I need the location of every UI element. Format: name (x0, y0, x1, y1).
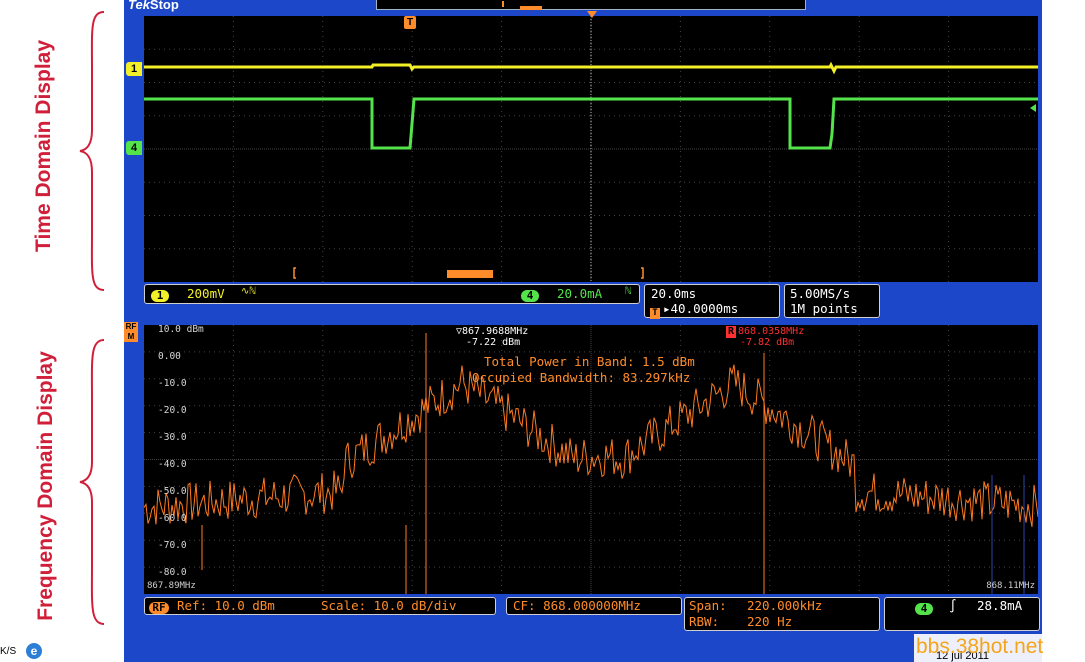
span-value: 220.000kHz (747, 598, 823, 613)
rbw-value: 220 Hz (747, 614, 793, 629)
ch4-offscreen-arrow (1030, 104, 1036, 112)
center-frequency-box[interactable]: CF: 868.000000MHz (506, 597, 682, 615)
trigger-position-marker: T (404, 16, 416, 29)
y-tick-label: -10.0 (158, 378, 187, 389)
oscilloscope-screen: TekStop T 1 4 1 200mV ∿ℕ 4 20.0mA ℕ 20.0… (124, 0, 1042, 662)
marker1-frequency: ▽867.9688MHz (456, 326, 529, 337)
time-domain-label: Time Domain Display (32, 39, 55, 252)
gate-right-bracket (641, 267, 644, 279)
marker1-level: -7.22 dBm (466, 337, 521, 348)
trigger-level: 28.8mA (977, 598, 1023, 613)
x-axis-end: 868.11MHz (986, 581, 1035, 591)
trigger-readout-box[interactable]: 4 ∫ 28.8mA (884, 597, 1040, 631)
horizontal-position: ▸40.0000ms (663, 301, 739, 316)
frequency-domain-label: Frequency Domain Display (34, 351, 57, 621)
browser-icon[interactable]: e (26, 643, 42, 659)
reference-level: Ref: 10.0 dBm (177, 598, 275, 613)
trigger-slope-icon: ∫ (949, 598, 957, 613)
ch1-badge: 1 (151, 289, 169, 302)
sample-rate: 5.00MS/s (790, 286, 851, 301)
gate-indicator (447, 270, 493, 278)
record-trigger-tick (502, 1, 504, 7)
rf-badge: RF (149, 601, 169, 614)
ch1-scale: 200mV (187, 286, 225, 301)
marker2-frequency: 868.0358MHz (738, 326, 805, 337)
acquisition-state: TekStop (128, 0, 179, 12)
acquisition-readout-box[interactable]: 5.00MS/s 1M points (784, 284, 880, 318)
occupied-bandwidth-readout: Occupied Bandwidth: 83.297kHz (472, 370, 691, 385)
rbw-label: RBW: (689, 614, 720, 629)
channel-readout-box[interactable]: 1 200mV ∿ℕ 4 20.0mA ℕ (144, 284, 640, 304)
frequency-domain-brace (79, 339, 105, 625)
span-label: Span: (689, 598, 727, 613)
horizontal-readout-box[interactable]: 20.0ms T ▸40.0000ms (644, 284, 780, 319)
record-view-bar (376, 0, 806, 10)
y-tick-label: -70.0 (158, 540, 187, 551)
ch4-badge: 4 (521, 289, 539, 302)
ch4-coupling-icon: ℕ (625, 286, 632, 297)
record-view-window (520, 6, 542, 10)
ch4-ground-marker[interactable]: 4 (126, 141, 142, 155)
trigger-icon: T (650, 308, 660, 319)
span-rbw-box[interactable]: Span: 220.000kHz RBW: 220 Hz (684, 597, 880, 631)
y-tick-label: -20.0 (158, 405, 187, 416)
time-domain-graticule (144, 16, 1038, 282)
record-length: 1M points (790, 301, 858, 316)
y-tick-label: -50.0 (158, 486, 187, 497)
y-tick-label: -80.0 (158, 567, 187, 578)
y-tick-label: 10.0 dBm (158, 325, 204, 335)
x-axis-start: 867.89MHz (147, 581, 196, 591)
expansion-point-marker (587, 11, 597, 18)
horizontal-scale: 20.0ms (651, 286, 697, 301)
trigger-channel-badge: 4 (915, 602, 933, 615)
marker2-flag: R (726, 326, 736, 338)
y-tick-label: 0.00 (158, 351, 181, 362)
frequency-domain-graticule: 10.0 dBm 0.00 -10.0 -20.0 -30.0 -40.0 -50.0 -60… (144, 325, 1038, 594)
gate-left-bracket (293, 267, 296, 279)
rf-channel-marker[interactable]: RF M (124, 322, 138, 342)
vertical-scale: Scale: 10.0 dB/div (321, 598, 457, 613)
ch1-ground-marker[interactable]: 1 (126, 62, 142, 76)
time-domain-plot (144, 16, 1038, 282)
rf-ref-scale-box[interactable]: RF Ref: 10.0 dBm Scale: 10.0 dB/div (144, 597, 496, 615)
watermark-text: bbs.38hot.net (916, 635, 1044, 658)
ch4-scale: 20.0mA (557, 286, 603, 301)
total-power-readout: Total Power in Band: 1.5 dBm (484, 354, 695, 369)
y-tick-label: -60.0 (158, 513, 187, 524)
site-watermark: 12 jul 2011 bbs.38hot.net (914, 634, 1085, 662)
taskbar-text: K/S (0, 646, 17, 657)
y-tick-label: -40.0 (158, 459, 187, 470)
center-frequency: CF: 868.000000MHz (513, 598, 641, 613)
taskbar-fragment: K/S e (0, 640, 124, 662)
marker2-level: -7.82 dBm (740, 337, 795, 348)
time-domain-brace (79, 11, 105, 291)
y-tick-label: -30.0 (158, 432, 187, 443)
ch1-coupling-icon: ∿ℕ (241, 286, 256, 297)
